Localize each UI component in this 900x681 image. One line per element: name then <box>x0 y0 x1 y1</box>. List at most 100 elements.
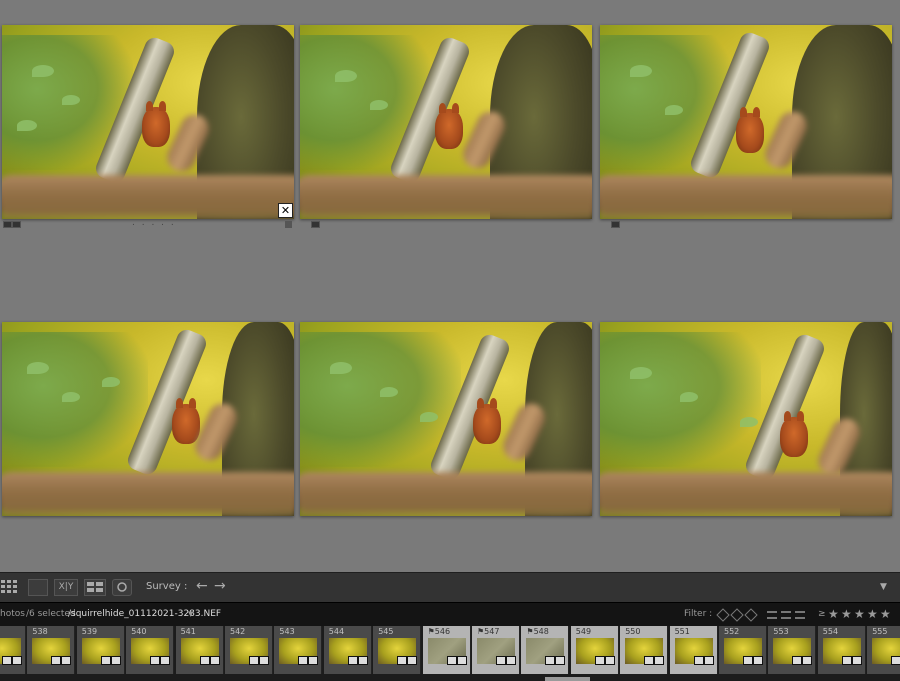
flag-icon[interactable] <box>611 221 620 228</box>
filmstrip-scrollbar[interactable] <box>545 677 590 681</box>
thumbnail-number: 549 <box>575 627 592 636</box>
thumbnail-number: 538 <box>32 627 48 636</box>
flag-icon[interactable] <box>3 221 12 228</box>
survey-photo-1[interactable]: ✕ <box>2 25 294 219</box>
filmstrip-thumbnail[interactable]: 539 <box>76 626 125 674</box>
survey-label: Survey : <box>146 581 188 592</box>
loupe-view-icon[interactable] <box>28 579 48 596</box>
filter-label: Filter : <box>684 609 713 619</box>
survey-view: ✕ . . . . . <box>0 0 900 572</box>
filmstrip-thumbnail[interactable]: 552 <box>719 626 767 674</box>
filmstrip: 538 539 540 541 542 543 544 545 ⚑546 ⚑547 ⚑548 549 5… <box>0 626 900 681</box>
filmstrip-thumbnail[interactable]: 543 <box>274 626 323 674</box>
color-label-icon[interactable] <box>285 221 292 228</box>
metadata-badge-icon <box>693 656 704 665</box>
metadata-badge-icon <box>150 656 161 665</box>
develop-badge-icon <box>407 656 418 665</box>
survey-photo-5[interactable] <box>300 322 592 516</box>
flag-icon[interactable] <box>311 221 320 228</box>
rating-dots[interactable]: . . . . . <box>132 218 176 228</box>
develop-badge-icon <box>506 656 516 665</box>
develop-badge-icon <box>703 656 714 665</box>
forward-arrow-icon[interactable]: → <box>214 578 226 594</box>
thumbnail-number: ⚑546 <box>427 627 451 636</box>
metadata-badge-icon <box>545 656 556 665</box>
filmstrip-thumbnail[interactable]: 544 <box>323 626 372 674</box>
filmstrip-thumbnail[interactable]: 540 <box>126 626 175 674</box>
metadata-badge-icon <box>743 656 753 665</box>
develop-badge-icon <box>259 656 269 665</box>
metadata-badge-icon <box>397 656 408 665</box>
survey-photo-3[interactable] <box>600 25 892 219</box>
filmstrip-thumbnail[interactable]: 553 <box>768 626 817 674</box>
toolbar-menu-icon[interactable]: ▼ <box>880 582 887 592</box>
thumbnail-number: 539 <box>81 627 98 636</box>
filmstrip-thumbnail[interactable]: 550 <box>620 626 669 674</box>
thumbnail-number: 544 <box>328 627 345 636</box>
toolbar: X|Y Survey : ← → ▼ <box>0 572 900 603</box>
develop-badge-icon <box>357 656 368 665</box>
filter-flag-icon[interactable] <box>716 607 758 626</box>
thumbnail-number: 542 <box>230 627 246 636</box>
develop-badge-icon <box>555 656 566 665</box>
filmstrip-thumbnail[interactable] <box>0 626 26 674</box>
filmstrip-thumbnail[interactable]: 549 <box>570 626 619 674</box>
current-filename[interactable]: /squirrelhide_01112021-3283.NEF <box>68 609 221 619</box>
metadata-badge-icon <box>594 656 605 665</box>
filmstrip-thumbnail[interactable]: 541 <box>175 626 224 674</box>
people-view-icon[interactable] <box>112 579 132 596</box>
back-arrow-icon[interactable]: ← <box>196 578 208 594</box>
thumbnail-number: 550 <box>625 627 641 636</box>
develop-badge-icon <box>654 656 665 665</box>
filmstrip-thumbnail[interactable]: 542 <box>225 626 273 674</box>
develop-badge-icon <box>308 656 319 665</box>
reject-flag-icon[interactable] <box>12 221 21 228</box>
filmstrip-thumbnail[interactable]: 538 <box>27 626 76 674</box>
metadata-badge-icon <box>496 656 506 665</box>
filmstrip-thumbnail[interactable]: 555 <box>867 626 900 674</box>
grid-view-icon[interactable] <box>0 579 22 596</box>
metadata-badge-icon <box>891 656 900 665</box>
thumbnail-number: 555 <box>872 627 888 636</box>
filmstrip-thumbnail[interactable]: 545 <box>373 626 422 674</box>
thumbnail-number: 553 <box>773 627 789 636</box>
thumbnail-number: 551 <box>674 627 690 636</box>
develop-badge-icon <box>110 656 121 665</box>
star-icon[interactable]: ★ <box>880 607 891 621</box>
metadata-badge-icon <box>446 656 457 665</box>
metadata-badge-icon <box>199 656 210 665</box>
star-icon[interactable]: ★ <box>841 607 852 621</box>
star-icon[interactable]: ★ <box>828 607 839 621</box>
filmstrip-header: hotos /6 selected /squirrelhide_01112021… <box>0 602 900 627</box>
develop-badge-icon <box>604 656 615 665</box>
filmstrip-thumbnail[interactable]: ⚑548 <box>521 626 570 674</box>
develop-badge-icon <box>851 656 862 665</box>
survey-photo-2[interactable] <box>300 25 592 219</box>
metadata-badge-icon <box>2 656 12 665</box>
thumbnail-number: 552 <box>724 627 740 636</box>
filmstrip-thumbnail[interactable]: ⚑547 <box>472 626 520 674</box>
metadata-badge-icon <box>51 656 62 665</box>
develop-badge-icon <box>209 656 220 665</box>
star-icon[interactable]: ★ <box>867 607 878 621</box>
survey-photo-6[interactable] <box>600 322 892 516</box>
filter-color-icon[interactable] <box>766 607 812 626</box>
thumbnail-number: 540 <box>131 627 147 636</box>
thumbnail-number: 545 <box>378 627 394 636</box>
develop-badge-icon <box>753 656 763 665</box>
filmstrip-thumbnail[interactable]: 551 <box>669 626 718 674</box>
survey-photo-4[interactable] <box>2 322 294 516</box>
photos-count: hotos <box>0 609 25 619</box>
metadata-badge-icon <box>841 656 852 665</box>
close-icon[interactable]: ✕ <box>278 203 293 218</box>
filmstrip-thumbnail[interactable]: 554 <box>817 626 866 674</box>
thumbnail-number: ⚑547 <box>477 627 500 636</box>
survey-view-icon[interactable] <box>84 579 106 596</box>
filename-menu-icon[interactable]: ▼ <box>188 610 193 618</box>
filmstrip-thumbnail[interactable]: ⚑546 <box>422 626 471 674</box>
star-icon[interactable]: ★ <box>854 607 865 621</box>
rating-compare-icon[interactable]: ≥ <box>818 609 826 619</box>
compare-view-icon[interactable]: X|Y <box>54 579 78 596</box>
develop-badge-icon <box>456 656 467 665</box>
metadata-badge-icon <box>249 656 259 665</box>
